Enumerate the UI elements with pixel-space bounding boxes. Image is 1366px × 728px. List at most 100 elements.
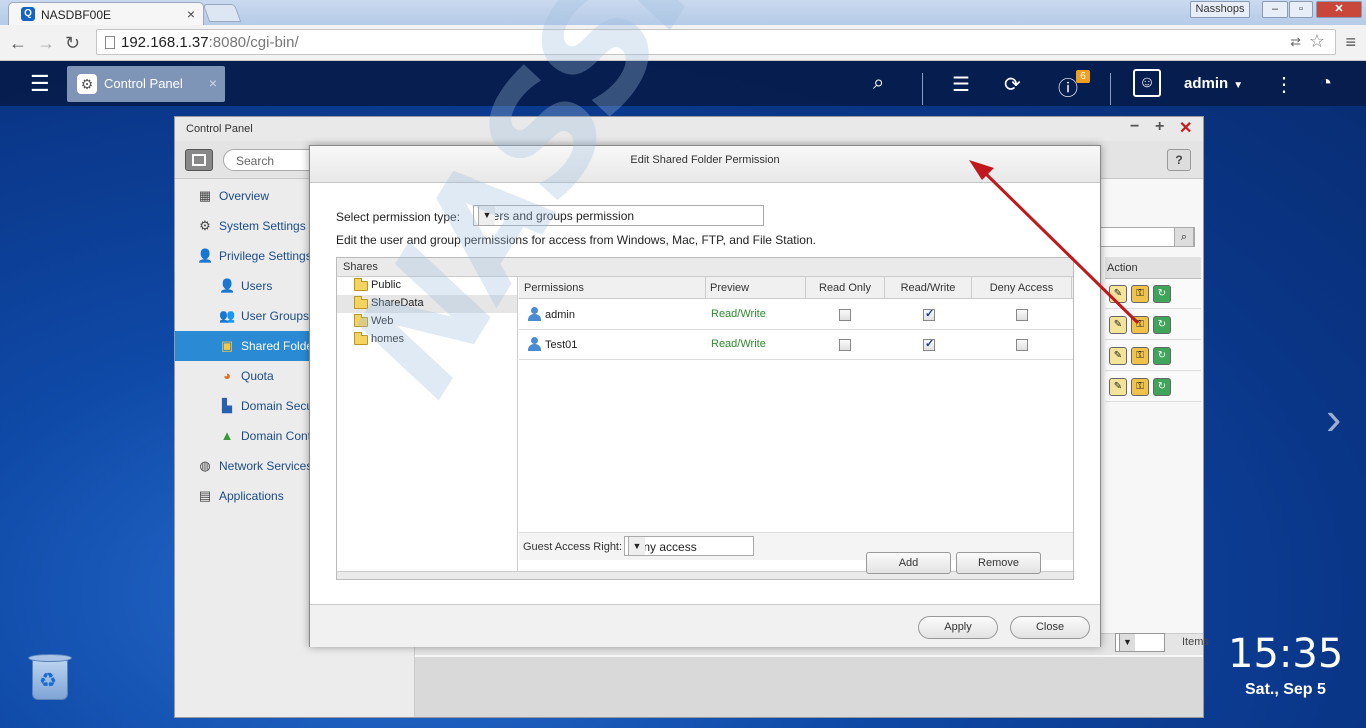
grid-header: Permissions Preview Read Only Read/Write… <box>519 277 1073 299</box>
folder-icon: ▣ <box>220 338 234 353</box>
table-row[interactable]: Test01 Read/Write <box>519 330 1073 360</box>
view-toggle-button[interactable] <box>185 149 213 171</box>
browser-tab[interactable]: Q NASDBF00E × <box>8 2 204 25</box>
read-only-checkbox[interactable] <box>839 309 851 321</box>
sidebar-item-label: User Groups <box>241 309 310 323</box>
guest-access-label: Guest Access Right: <box>523 541 623 553</box>
bookmark-star-icon[interactable]: ☆ <box>1309 31 1325 52</box>
read-write-checkbox[interactable] <box>923 307 935 321</box>
edit-permission-icon[interactable]: ⚿ <box>1131 316 1149 334</box>
edit-permission-icon[interactable]: ⚿ <box>1131 378 1149 396</box>
edit-icon[interactable]: ✎ <box>1109 316 1127 334</box>
control-panel-app-tab[interactable]: ⚙ Control Panel × <box>67 66 225 102</box>
user-icon: 👤 <box>219 278 236 293</box>
external-device-icon[interactable]: ⟳ <box>1004 72 1021 97</box>
edit-icon[interactable]: ✎ <box>1109 285 1127 303</box>
folder-icon <box>354 296 368 309</box>
window-close-button[interactable]: ✕ <box>1316 1 1362 18</box>
edit-permission-icon[interactable]: ⚿ <box>1131 347 1149 365</box>
folder-icon <box>354 278 368 291</box>
column-header-permissions[interactable]: Permissions <box>519 277 706 299</box>
refresh-icon[interactable]: ↻ <box>1153 285 1171 303</box>
domain-controller-icon: ▲ <box>220 428 234 443</box>
main-menu-icon[interactable]: ☰ <box>30 71 50 97</box>
guest-access-select[interactable]: Deny access ▼ <box>624 536 754 556</box>
read-write-checkbox[interactable] <box>923 337 935 351</box>
window-title: Control Panel <box>186 123 253 135</box>
user-avatar-icon[interactable]: ☺ <box>1133 69 1161 97</box>
url-host: 192.168.1.37 <box>121 34 209 51</box>
permission-type-select[interactable]: Users and groups permission ▼ <box>473 205 764 226</box>
refresh-icon[interactable]: ↻ <box>1153 316 1171 334</box>
tab-close-icon[interactable]: × <box>187 6 195 22</box>
column-header-read-only[interactable]: Read Only <box>806 277 885 299</box>
user-icon: 👤 <box>197 248 214 263</box>
profile-button[interactable]: Nasshops <box>1190 1 1250 18</box>
share-label: ShareData <box>371 297 424 309</box>
maximize-button[interactable]: ▫ <box>1289 1 1313 18</box>
column-header-preview[interactable]: Preview <box>706 277 806 299</box>
search-icon[interactable]: ⌕ <box>873 72 884 95</box>
edit-icon[interactable]: ✎ <box>1109 378 1127 396</box>
deny-access-checkbox[interactable] <box>1016 309 1028 321</box>
minimize-button[interactable]: – <box>1262 1 1288 18</box>
action-column-header: Action <box>1105 257 1201 279</box>
app-tab-close-icon[interactable]: × <box>209 75 217 91</box>
remove-button[interactable]: Remove <box>956 552 1041 574</box>
share-item-sharedata[interactable]: ShareData <box>337 295 517 313</box>
new-tab-button[interactable] <box>202 4 242 22</box>
share-label: Public <box>371 279 401 291</box>
app-tab-label: Control Panel <box>104 76 183 91</box>
help-button[interactable]: ? <box>1167 149 1191 171</box>
gear-icon: ⚙ <box>199 218 211 233</box>
shares-header: Shares <box>337 258 1073 277</box>
share-item-public[interactable]: Public <box>337 277 517 295</box>
column-header-deny-access[interactable]: Deny Access <box>972 277 1072 299</box>
edit-icon[interactable]: ✎ <box>1109 347 1127 365</box>
add-button[interactable]: Add <box>866 552 951 574</box>
reload-icon[interactable]: ↻ <box>65 33 80 54</box>
share-item-web[interactable]: Web <box>337 313 517 331</box>
user-menu[interactable]: admin ▼ <box>1184 75 1243 92</box>
background-tasks-icon[interactable]: ☰ <box>952 72 970 97</box>
event-notification-icon[interactable]: ⓘ <box>1058 72 1078 101</box>
table-row[interactable]: admin Read/Write <box>519 300 1073 330</box>
table-row: ✎ ⚿ ↻ <box>1105 310 1201 340</box>
browser-menu-icon[interactable]: ≡ <box>1345 32 1356 53</box>
read-only-checkbox[interactable] <box>839 339 851 351</box>
caret-down-icon: ▼ <box>1233 80 1244 91</box>
permissions-panel: Shares Public ShareData Web homes Permis… <box>336 257 1074 580</box>
user-icon <box>527 307 541 322</box>
page-size-select[interactable]: 10 ▼ <box>1115 633 1165 652</box>
sidebar-item-label: Network Services <box>219 459 313 473</box>
apply-button[interactable]: Apply <box>918 616 998 639</box>
clock-date: Sat., Sep 5 <box>1245 681 1326 698</box>
browser-toolbar: ← → ↻ 192.168.1.37:8080/cgi-bin/ ⇄ ☆ ≡ <box>0 25 1366 61</box>
dialog-titlebar: Edit Shared Folder Permission <box>310 146 1100 183</box>
forward-icon[interactable]: → <box>37 33 55 54</box>
back-icon[interactable]: ← <box>9 33 27 54</box>
translate-icon[interactable]: ⇄ <box>1290 34 1301 50</box>
address-bar[interactable]: 192.168.1.37:8080/cgi-bin/ ⇄ ☆ <box>96 29 1336 55</box>
column-header-read-write[interactable]: Read/Write <box>885 277 972 299</box>
minimize-icon[interactable]: − <box>1130 118 1139 136</box>
dialog-title: Edit Shared Folder Permission <box>630 154 780 166</box>
folder-search-input[interactable]: ⌕ <box>1095 227 1195 247</box>
dashboard-gauge-icon[interactable]: ◔ <box>1320 72 1332 95</box>
refresh-icon[interactable]: ↻ <box>1153 378 1171 396</box>
search-icon[interactable]: ⌕ <box>1174 227 1194 247</box>
recycle-bin[interactable]: ♻ <box>28 652 72 700</box>
search-placeholder: Search <box>236 154 275 168</box>
close-button[interactable]: Close <box>1010 616 1090 639</box>
refresh-icon[interactable]: ↻ <box>1153 347 1171 365</box>
deny-access-checkbox[interactable] <box>1016 339 1028 351</box>
table-row: ✎ ⚿ ↻ <box>1105 341 1201 371</box>
more-options-icon[interactable]: ⋮ <box>1274 72 1294 97</box>
close-icon[interactable]: ✕ <box>1179 118 1192 138</box>
sidebar-item-label: Users <box>241 279 273 293</box>
share-item-homes[interactable]: homes <box>337 331 517 349</box>
edit-shared-folder-permission-dialog: Edit Shared Folder Permission Select per… <box>309 145 1101 647</box>
edit-permission-icon[interactable]: ⚿ <box>1131 285 1149 303</box>
maximize-icon[interactable]: + <box>1155 118 1164 136</box>
next-page-arrow-icon[interactable]: › <box>1326 391 1341 445</box>
